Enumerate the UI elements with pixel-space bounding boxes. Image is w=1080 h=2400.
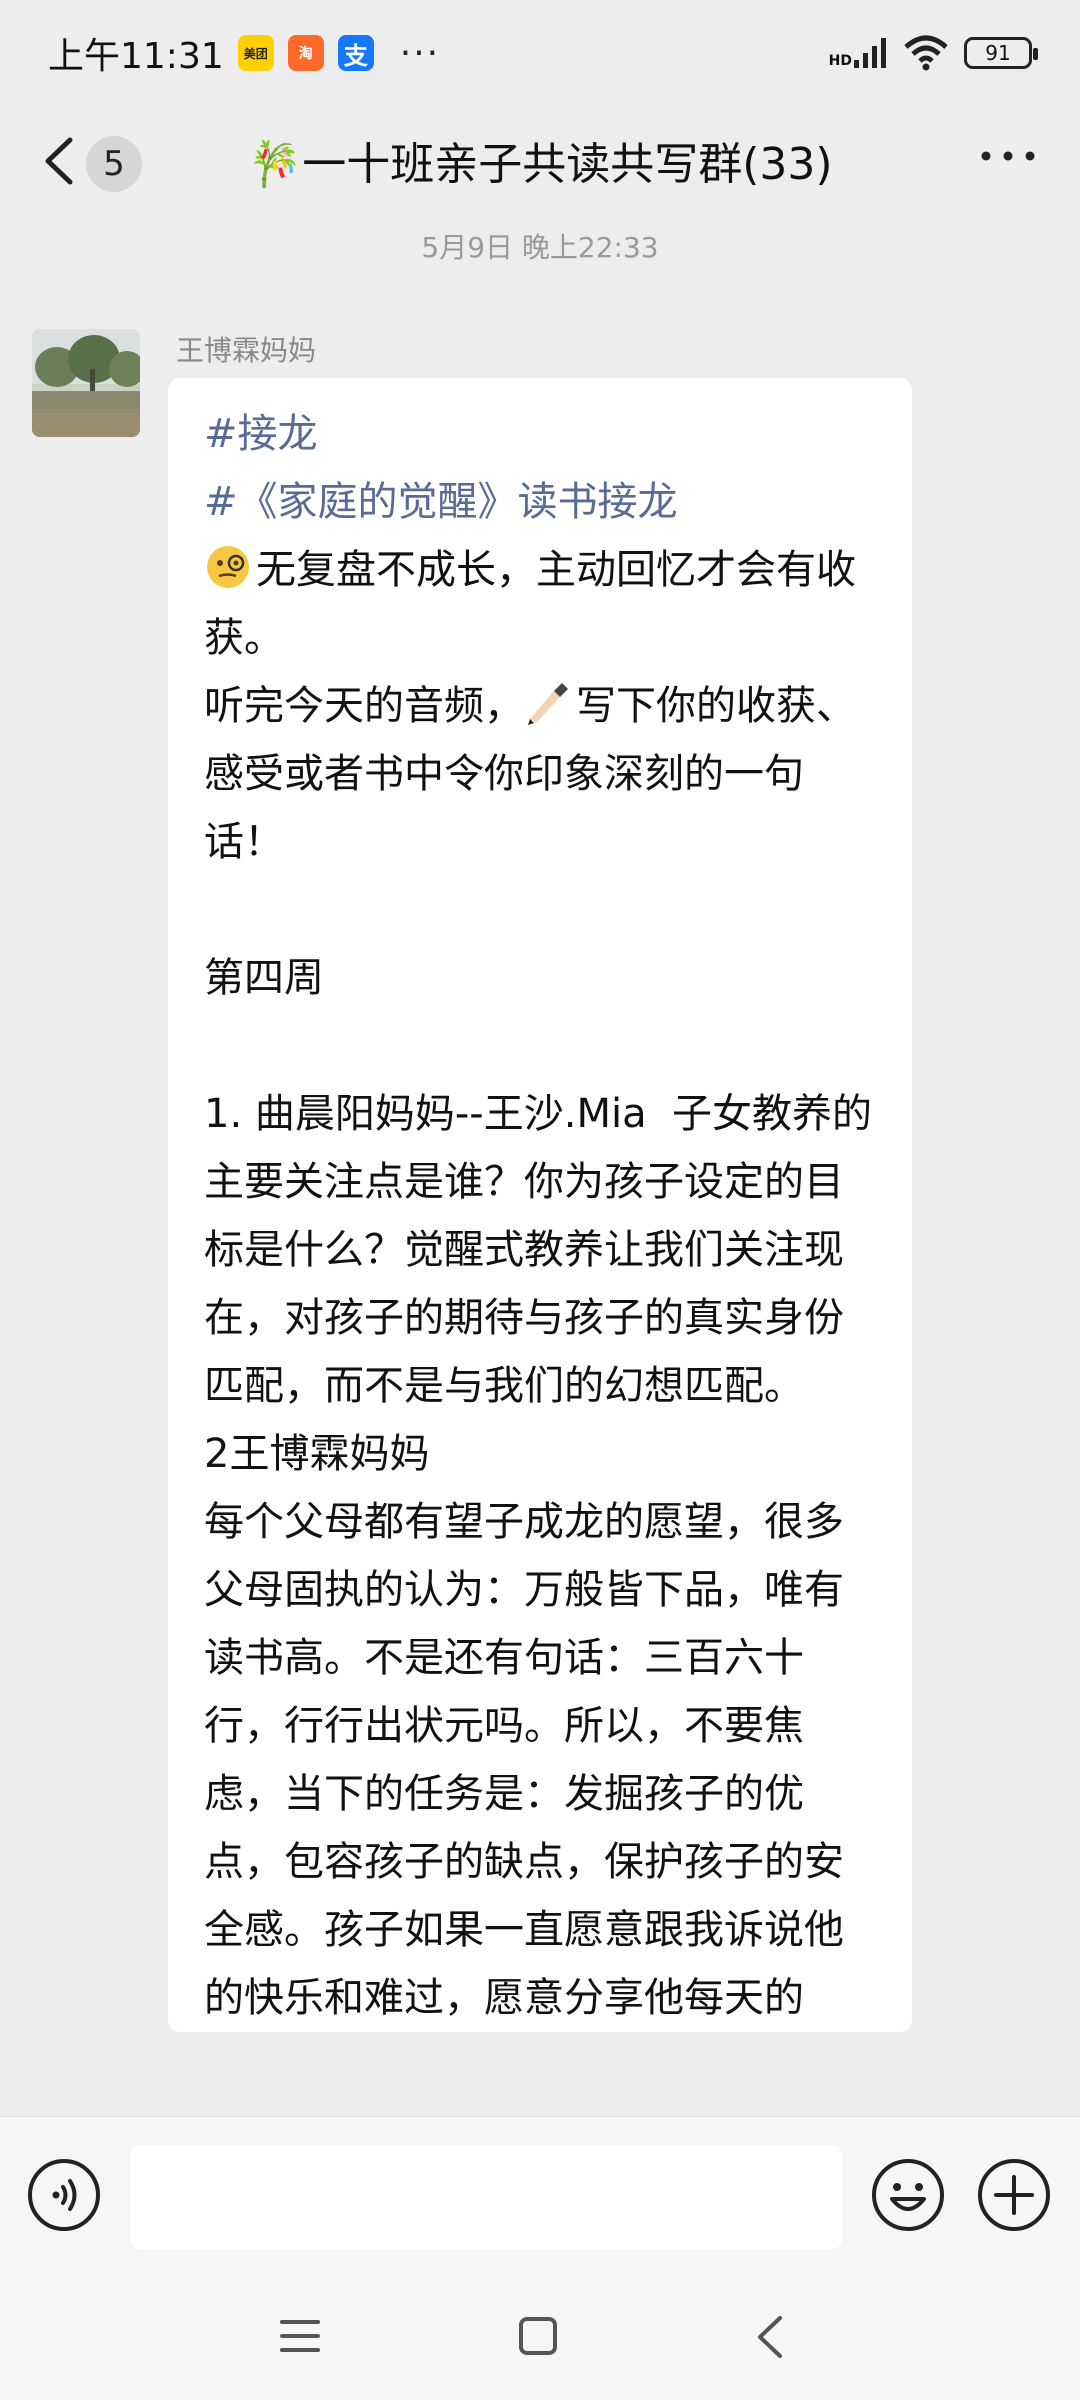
message-line: 无复盘不成长，主动回忆才会有收获。: [204, 536, 876, 672]
voice-input-icon[interactable]: [26, 2157, 102, 2233]
taobao-icon: 淘: [287, 35, 324, 71]
hashtag-line[interactable]: #接龙: [204, 400, 876, 468]
message-input[interactable]: [130, 2145, 842, 2249]
alipay-icon: 支: [337, 35, 374, 71]
nav-back-icon[interactable]: [752, 2314, 788, 2360]
status-app-icons: 美团 淘 支 ···: [237, 32, 441, 74]
battery-level: 91: [985, 41, 1011, 65]
status-time: 上午11:31: [48, 36, 224, 77]
meituan-icon: 美团: [237, 35, 274, 71]
avatar[interactable]: [32, 329, 140, 437]
message-line: 每个父母都有望子成龙的愿望，很多父母固执的认为：万般皆下品，唯有读书高。不是还有…: [204, 1499, 844, 2021]
hashtag-line[interactable]: #《家庭的觉醒》读书接龙: [204, 468, 876, 536]
home-icon[interactable]: [516, 2314, 560, 2358]
chat-message-list[interactable]: 5月9日 晚上22:33 王博霖妈妈 #接龙 #《家庭的觉醒》读书接龙 无复盘不…: [0, 216, 1080, 2116]
system-nav-bar: [0, 2276, 1080, 2400]
message-line: 听完今天的音频， 写下你的收获、感受或者书中令你印象深刻的一句话！: [204, 672, 876, 876]
chat-title: 🎋一十班亲子共读共写群(33): [247, 139, 833, 190]
message-timestamp: 5月9日 晚上22:33: [421, 231, 659, 264]
unread-count-badge[interactable]: 5: [86, 136, 142, 192]
message-text: 听完今天的音频，: [204, 683, 524, 729]
plus-icon[interactable]: [976, 2157, 1052, 2233]
writing-hand-emoji-icon: [524, 679, 572, 727]
message-line: 2王博霖妈妈: [204, 1431, 430, 1477]
status-right: HD 91: [829, 35, 1038, 71]
message-text: 无复盘不成长，主动回忆才会有收获。: [204, 547, 856, 661]
back-arrow-icon[interactable]: [40, 136, 80, 186]
monocle-face-emoji-icon: [204, 543, 252, 591]
hd-label: HD: [828, 53, 852, 69]
status-bar: 上午11:31 美团 淘 支 ··· HD 91: [0, 0, 1080, 106]
recent-apps-icon[interactable]: [278, 2316, 322, 2356]
message-line: 第四周: [204, 955, 324, 1001]
status-more-indicator: ···: [399, 32, 441, 74]
wifi-icon: [904, 35, 948, 71]
signal-icon: HD: [829, 38, 888, 68]
input-bar: [0, 2116, 1080, 2276]
title-bar: 5 🎋一十班亲子共读共写群(33): [0, 106, 1080, 216]
message-line: 1. 曲晨阳妈妈--王沙.Mia 子女教养的主要关注点是谁？你为孩子设定的目标是…: [204, 1091, 873, 1409]
more-options-icon[interactable]: [978, 146, 1038, 166]
message-bubble[interactable]: #接龙 #《家庭的觉醒》读书接龙 无复盘不成长，主动回忆才会有收获。 听完今天的…: [168, 378, 912, 2032]
sender-name: 王博霖妈妈: [176, 334, 317, 367]
battery-icon: 91: [964, 37, 1038, 69]
emoji-icon[interactable]: [870, 2157, 946, 2233]
